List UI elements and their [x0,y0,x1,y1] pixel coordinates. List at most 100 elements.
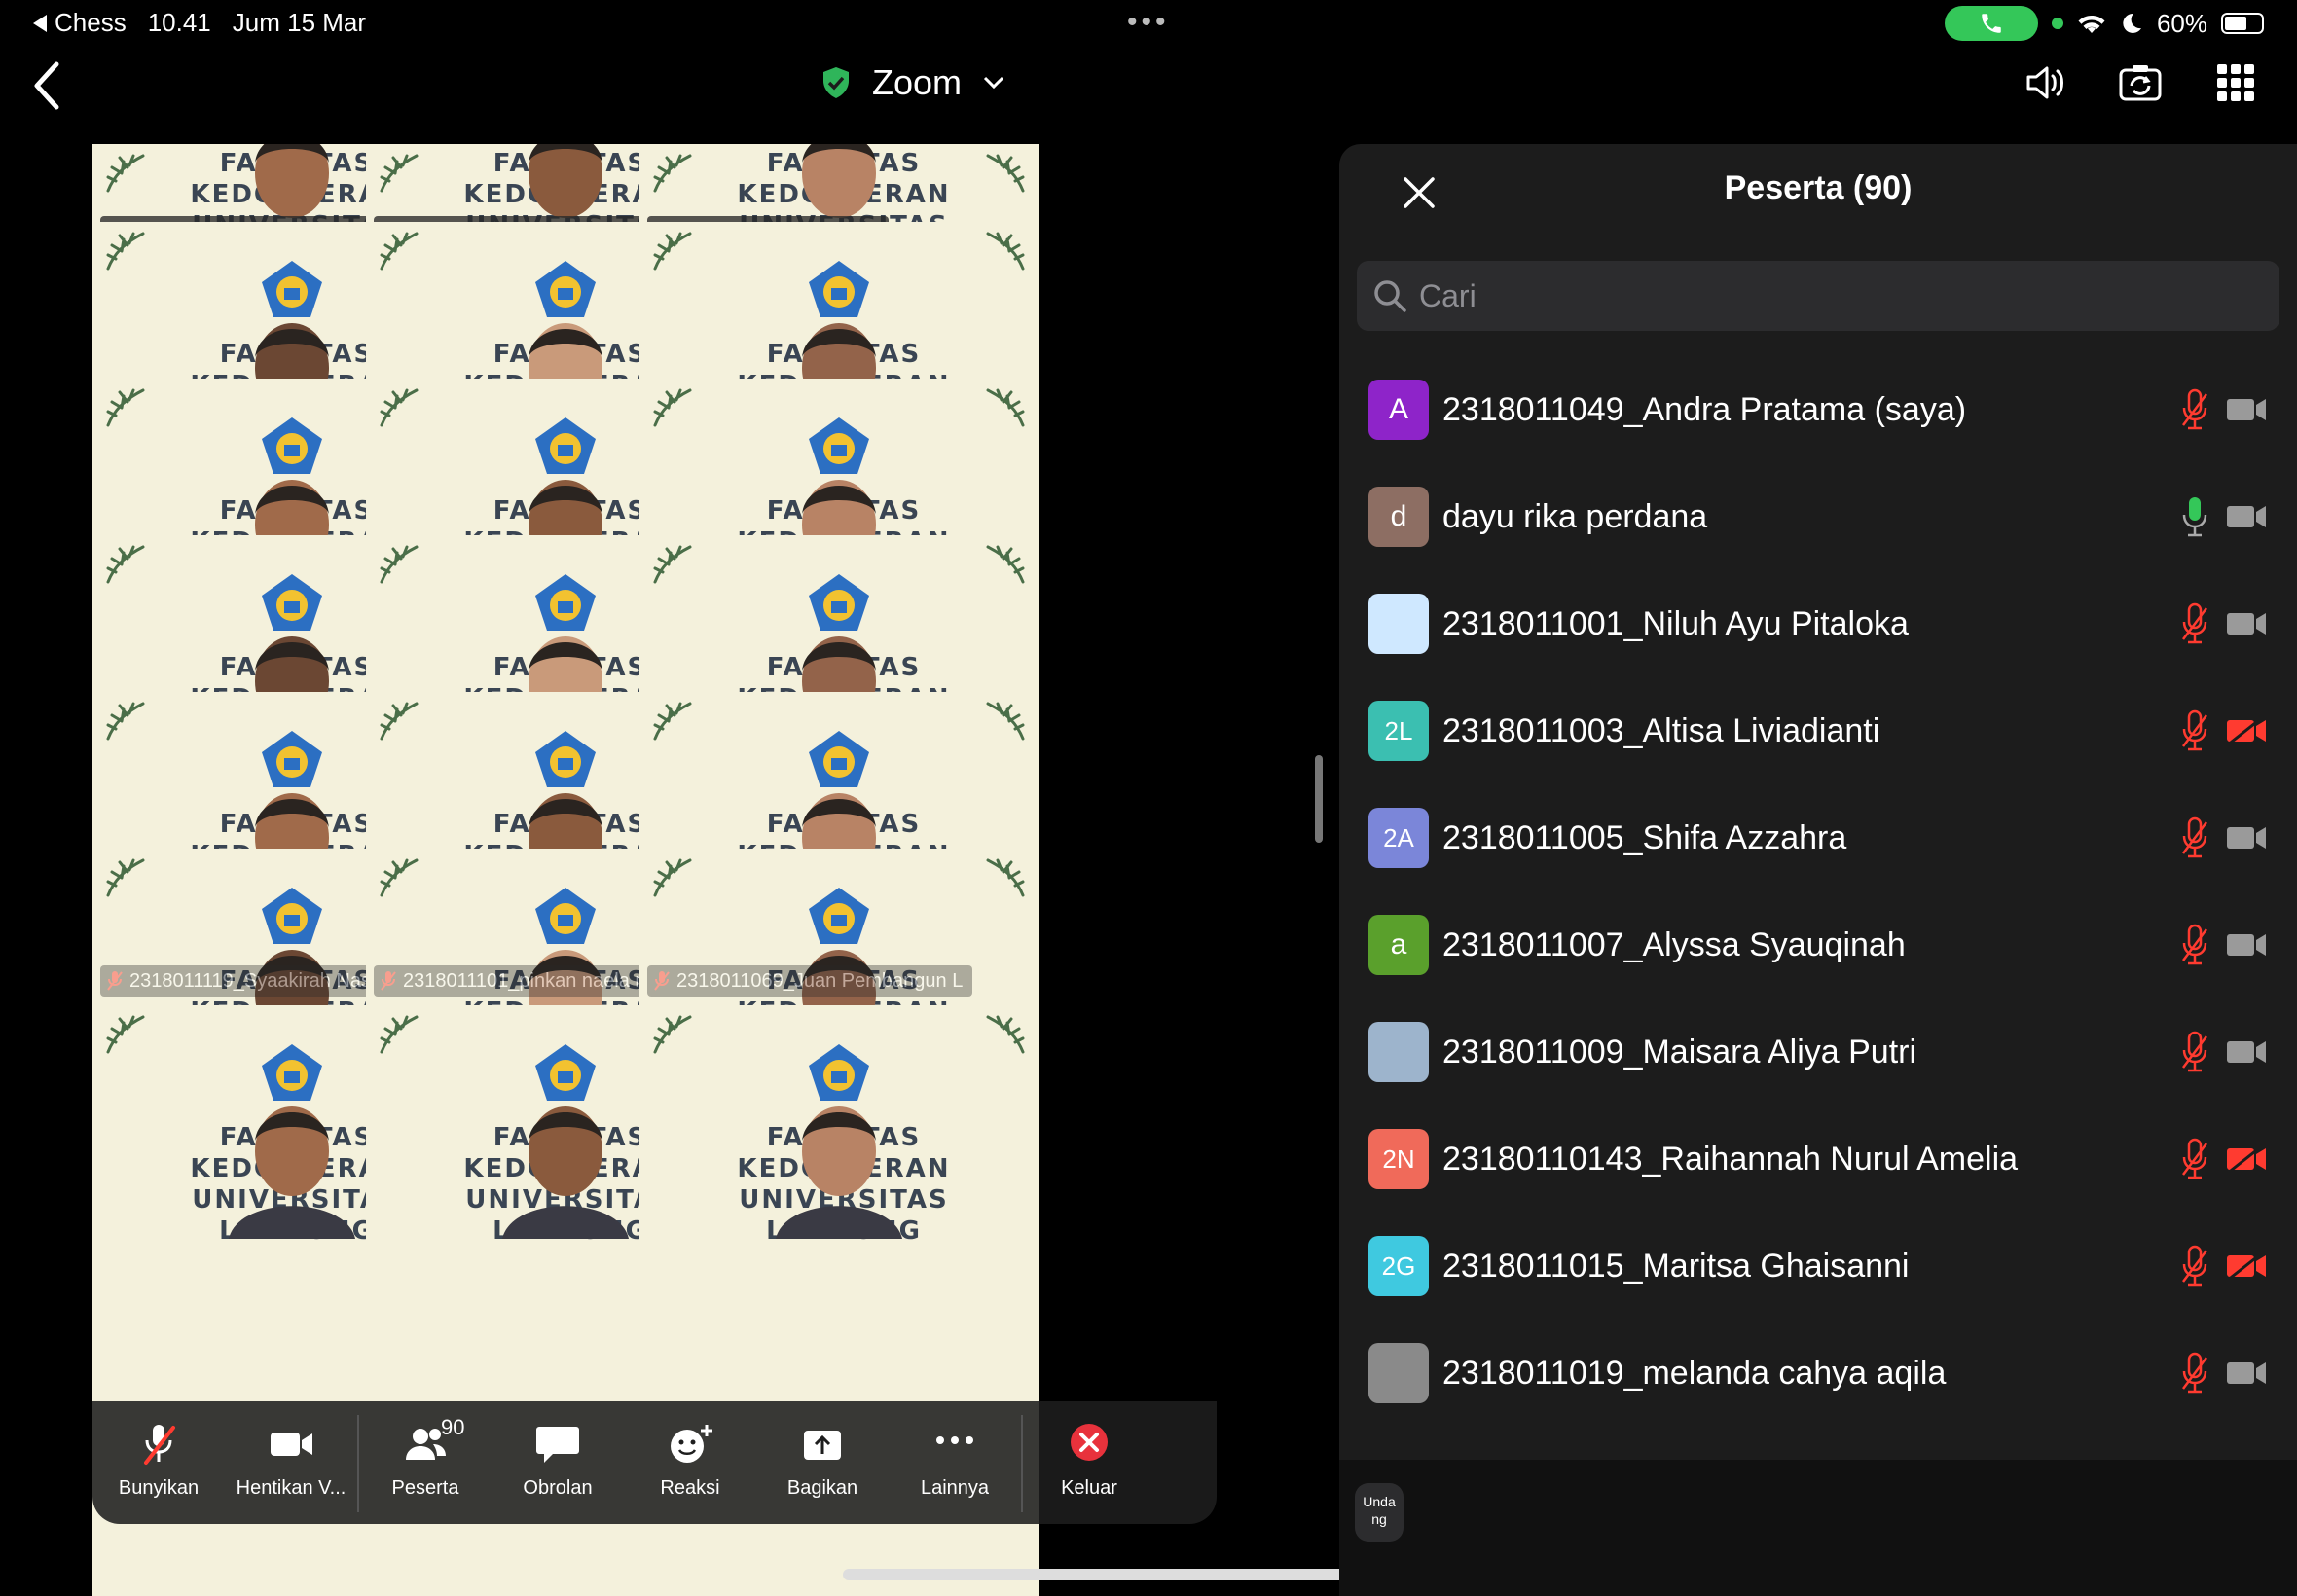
do-not-disturb-moon-icon [2123,13,2141,33]
mic-muted-icon [2182,1245,2207,1287]
meeting-toolbar: Bunyikan Hentikan V... 90 Peserta Obrola… [92,1401,1217,1524]
leaf-decoration-icon [986,702,1025,741]
reactions-button[interactable]: Reaksi [624,1401,756,1524]
participant-name-tag: 2318011069_Juan Pembangun L [647,965,973,997]
battery-icon [2221,13,2264,34]
share-label: Bagikan [786,1477,858,1499]
search-box[interactable] [1357,261,2279,331]
leaf-decoration-icon [380,702,419,741]
participant-avatar [1368,1022,1429,1082]
share-button[interactable]: Bagikan [756,1401,889,1524]
leaf-decoration-icon [380,154,419,193]
leave-button[interactable]: Keluar [1023,1401,1155,1524]
participants-button[interactable]: 90 Peserta [359,1401,492,1524]
avatar-initials: 2L [1384,715,1413,745]
participant-avatar: 2N [1368,1129,1429,1189]
leaf-decoration-icon [653,1015,692,1054]
leaf-decoration-icon [380,858,419,897]
participant-row[interactable]: 2G 2318011015_Maritsa Ghaisanni [1339,1213,2297,1320]
speaker-button[interactable] [2023,60,2067,105]
camera-off-icon [2226,1144,2266,1174]
mic-muted-icon [107,971,123,991]
participant-row[interactable]: a 2318011007_Alyssa Syauqinah [1339,891,2297,998]
leaf-decoration-icon [653,388,692,427]
leaf-decoration-icon [653,545,692,584]
chat-button[interactable]: Obrolan [492,1401,624,1524]
participant-name: 2318011069_Juan Pembangun L [676,969,964,992]
participant-list: A 2318011049_Andra Pratama (saya) d dayu ri… [1339,356,2297,1427]
participant-list-name: 2318011005_Shifa Azzahra [1442,818,1847,856]
participant-row[interactable]: 2L 2318011003_Altisa Liviadianti [1339,677,2297,784]
participant-list-name: 2318011009_Maisara Aliya Putri [1442,1033,1917,1070]
multitask-dots-icon[interactable]: ••• [1127,6,1170,39]
participant-row[interactable]: 2A 2318011005_Shifa Azzahra [1339,784,2297,891]
invite-button[interactable]: Undang [1355,1483,1404,1542]
back-to-app-link[interactable]: Chess [33,8,127,38]
switch-camera-button[interactable] [2118,60,2163,105]
meeting-title-dropdown[interactable]: Zoom [821,62,1004,103]
mic-muted-icon [2182,1031,2207,1072]
leaf-decoration-icon [380,232,419,271]
avatar-initials: d [1390,500,1407,532]
more-label: Lainnya [920,1477,990,1499]
leaf-decoration-icon [986,858,1025,897]
participant-avatar: 2L [1368,701,1429,761]
participant-avatar [1368,594,1429,654]
participant-list-name: 2318011007_Alyssa Syauqinah [1442,925,1906,963]
participants-label: Peserta [391,1477,459,1499]
camera-on-icon [2227,506,2266,527]
search-input[interactable] [1419,277,2217,314]
leaf-decoration-icon [986,154,1025,193]
back-app-label: Chess [55,8,127,37]
participant-row[interactable]: 2318011019_melanda cahya aqila [1339,1320,2297,1427]
reactions-label: Reaksi [660,1477,720,1499]
mic-muted-icon [2182,1138,2207,1179]
panel-title: Peserta (90) [1724,169,1913,206]
participant-row[interactable]: 2N 23180110143_Raihannah Nurul Amelia [1339,1106,2297,1213]
avatar-initials: A [1388,393,1408,425]
switch-camera-icon [2119,65,2162,101]
leaf-decoration-icon [106,232,145,271]
invite-label: Undang [1363,1494,1396,1527]
avatar-initials: 2N [1382,1143,1415,1174]
status-time: 10.41 [147,8,211,37]
camera-on-icon [2227,613,2266,635]
mic-muted-icon [2182,816,2207,858]
participant-row[interactable]: A 2318011049_Andra Pratama (saya) [1339,356,2297,463]
leaf-decoration-icon [653,154,692,193]
video-camera-icon [271,1433,312,1456]
leaf-decoration-icon [653,702,692,741]
mic-muted-icon [144,1425,175,1465]
leaf-decoration-icon [106,1015,145,1054]
chevron-down-icon [983,76,1004,90]
active-call-pill[interactable] [1944,6,2038,41]
camera-on-icon [2227,1041,2266,1063]
mic-muted-icon [2182,709,2207,751]
gallery-grid-button[interactable] [2213,60,2258,105]
mic-muted-icon [654,971,670,991]
participant-silhouette [776,1106,902,1239]
participant-avatar: d [1368,487,1429,547]
leave-x-icon [1071,1424,1108,1461]
participant-list-name: 2318011049_Andra Pratama (saya) [1442,390,1967,428]
share-upload-icon [804,1431,841,1460]
participant-row[interactable]: d dayu rika perdana [1339,463,2297,570]
avatar-initials: a [1390,928,1407,961]
back-button[interactable] [27,56,66,115]
participant-row[interactable]: 2318011001_Niluh Ayu Pitaloka [1339,570,2297,677]
wifi-icon [2078,16,2105,33]
unmute-label: Bunyikan [118,1477,200,1499]
avatar-initials: 2A [1383,822,1414,852]
unmute-button[interactable]: Bunyikan [92,1401,225,1524]
gallery-scroll-indicator[interactable] [1315,755,1323,843]
leave-label: Keluar [1061,1477,1117,1499]
stop-video-label: Hentikan V... [236,1477,346,1499]
stop-video-button[interactable]: Hentikan V... [225,1401,357,1524]
participant-row[interactable]: 2318011009_Maisara Aliya Putri [1339,998,2297,1106]
panel-header: Peserta (90) [1339,144,2297,241]
leaf-decoration-icon [986,1015,1025,1054]
participant-list-name: dayu rika perdana [1442,497,1708,535]
mic-muted-icon [2182,1352,2207,1394]
panel-footer [1339,1460,2297,1596]
more-button[interactable]: Lainnya [889,1401,1021,1524]
